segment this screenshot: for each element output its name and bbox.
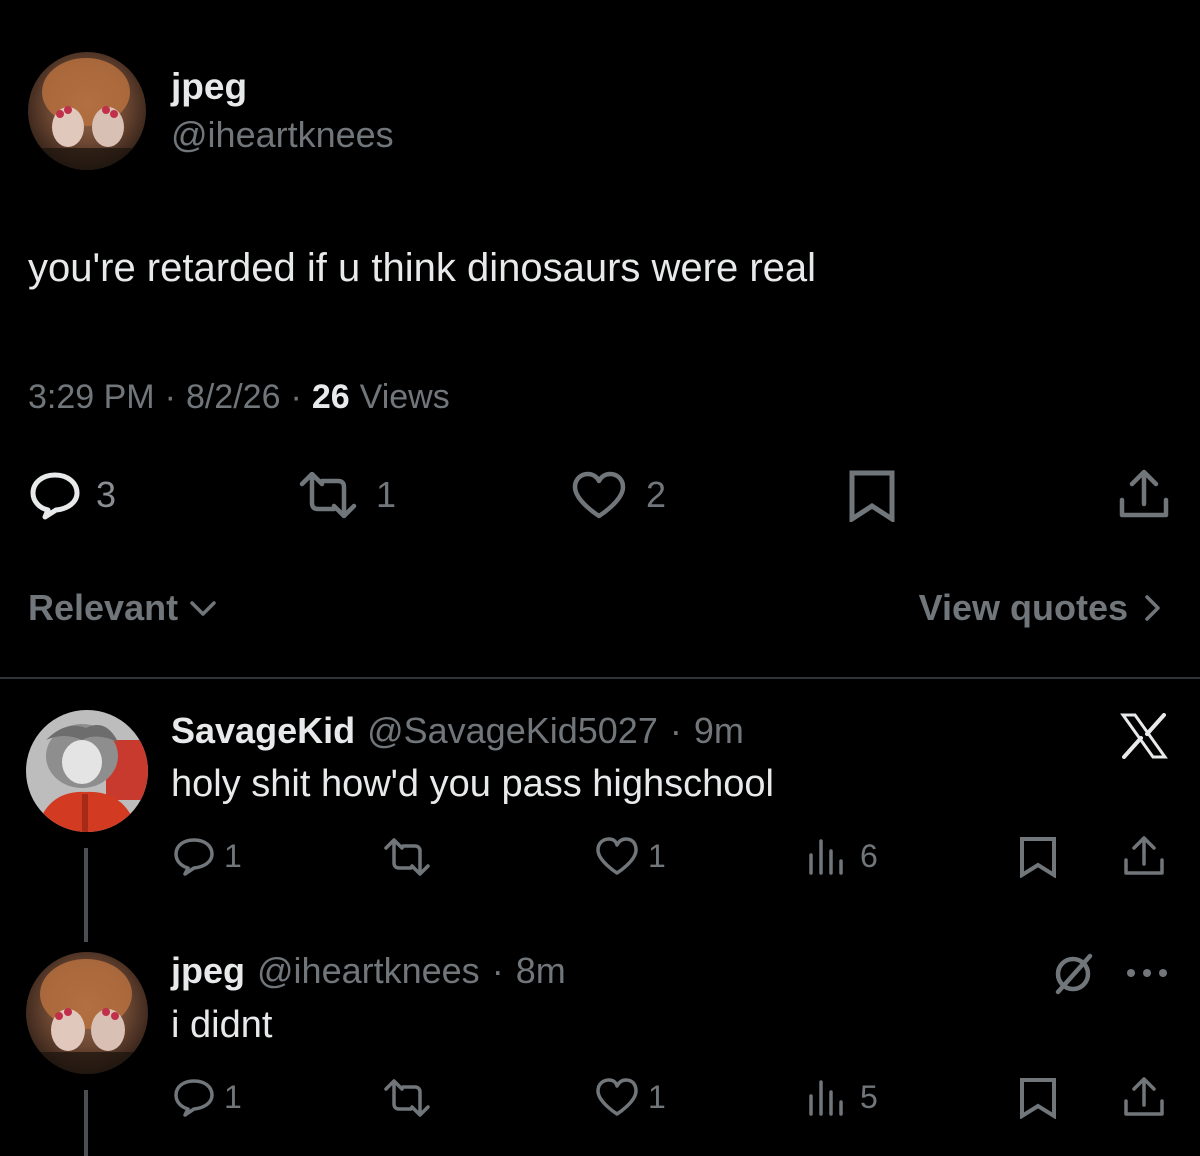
reply-text: i didnt	[171, 1004, 273, 1046]
reply-header: jpeg @iheartknees · 8m	[171, 950, 566, 992]
relevant-label: Relevant	[28, 587, 179, 628]
reply-display-name[interactable]: jpeg	[171, 950, 245, 992]
reply-like-button[interactable]: 1	[594, 836, 666, 876]
share-icon[interactable]	[1122, 1075, 1166, 1119]
views-icon	[806, 837, 850, 875]
reply-separator: ·	[669, 710, 682, 751]
reply-like-count: 1	[648, 1078, 666, 1115]
thread-connector	[84, 848, 88, 942]
reply-views-button[interactable]: 5	[806, 1077, 878, 1117]
bookmark-icon[interactable]	[847, 470, 897, 522]
meta-separator: ·	[290, 378, 302, 416]
retweet-icon[interactable]	[382, 838, 432, 876]
more-icon[interactable]	[1125, 966, 1169, 980]
author-avatar[interactable]	[28, 52, 146, 170]
like-count: 2	[646, 474, 667, 515]
reply-icon	[172, 1077, 216, 1117]
reply-icon	[172, 836, 216, 876]
author-display-name[interactable]: jpeg	[171, 66, 247, 108]
section-divider	[0, 677, 1200, 679]
heart-icon	[570, 470, 628, 520]
share-icon[interactable]	[1122, 834, 1166, 878]
chevron-down-icon	[188, 598, 218, 618]
reply-display-name[interactable]: SavageKid	[171, 710, 355, 752]
no-sign-icon[interactable]	[1050, 950, 1096, 996]
reply-avatar[interactable]	[26, 710, 148, 832]
reply-reply-count: 1	[224, 837, 242, 874]
bookmark-icon[interactable]	[1018, 1077, 1058, 1119]
sort-relevant-dropdown[interactable]: Relevant	[28, 587, 218, 629]
reply-view-count: 5	[860, 1078, 878, 1115]
reply-reply-button[interactable]: 1	[172, 1077, 242, 1117]
reply-reply-button[interactable]: 1	[172, 836, 242, 876]
views-count: 26	[311, 378, 350, 416]
reply-count: 3	[96, 474, 117, 515]
meta-separator: ·	[164, 378, 176, 416]
thread-connector	[84, 1090, 88, 1156]
like-button[interactable]: 2	[570, 470, 666, 520]
reply-text: holy shit how'd you pass highschool	[171, 763, 774, 805]
views-icon	[806, 1078, 850, 1116]
reply-like-count: 1	[648, 837, 666, 874]
retweet-icon[interactable]	[382, 1079, 432, 1117]
reply-avatar[interactable]	[26, 952, 148, 1074]
reply-icon	[28, 470, 82, 520]
share-icon[interactable]	[1117, 468, 1171, 522]
reply-like-button[interactable]: 1	[594, 1077, 666, 1117]
tweet-meta: 3:29 PM · 8/2/26 · 26 Views	[28, 378, 450, 417]
retweet-icon	[296, 472, 360, 518]
retweet-button[interactable]: 1	[296, 470, 396, 520]
view-quotes-label: View quotes	[918, 587, 1128, 628]
reply-header: SavageKid @SavageKid5027 · 9m	[171, 710, 744, 752]
reply-button[interactable]: 3	[28, 470, 116, 520]
heart-icon	[594, 836, 640, 876]
tweet-time: 3:29 PM	[28, 378, 155, 416]
reply-time[interactable]: 9m	[694, 710, 744, 752]
reply-handle[interactable]: @SavageKid5027	[367, 710, 658, 752]
reply-views-button[interactable]: 6	[806, 836, 878, 876]
view-quotes-link[interactable]: View quotes	[919, 587, 1162, 629]
tweet-text: you're retarded if u think dinosaurs wer…	[28, 246, 817, 290]
reply-handle[interactable]: @iheartknees	[257, 950, 480, 992]
bookmark-icon[interactable]	[1018, 836, 1058, 878]
reply-separator: ·	[491, 950, 504, 991]
views-label[interactable]: Views	[360, 378, 450, 417]
reply-reply-count: 1	[224, 1078, 242, 1115]
chevron-right-icon	[1142, 593, 1162, 623]
tweet-date: 8/2/26	[185, 378, 281, 416]
x-logo-icon[interactable]	[1120, 713, 1168, 759]
reply-time[interactable]: 8m	[516, 950, 566, 992]
author-handle[interactable]: @iheartknees	[171, 114, 394, 156]
heart-icon	[594, 1077, 640, 1117]
retweet-count: 1	[376, 474, 397, 515]
reply-view-count: 6	[860, 837, 878, 874]
